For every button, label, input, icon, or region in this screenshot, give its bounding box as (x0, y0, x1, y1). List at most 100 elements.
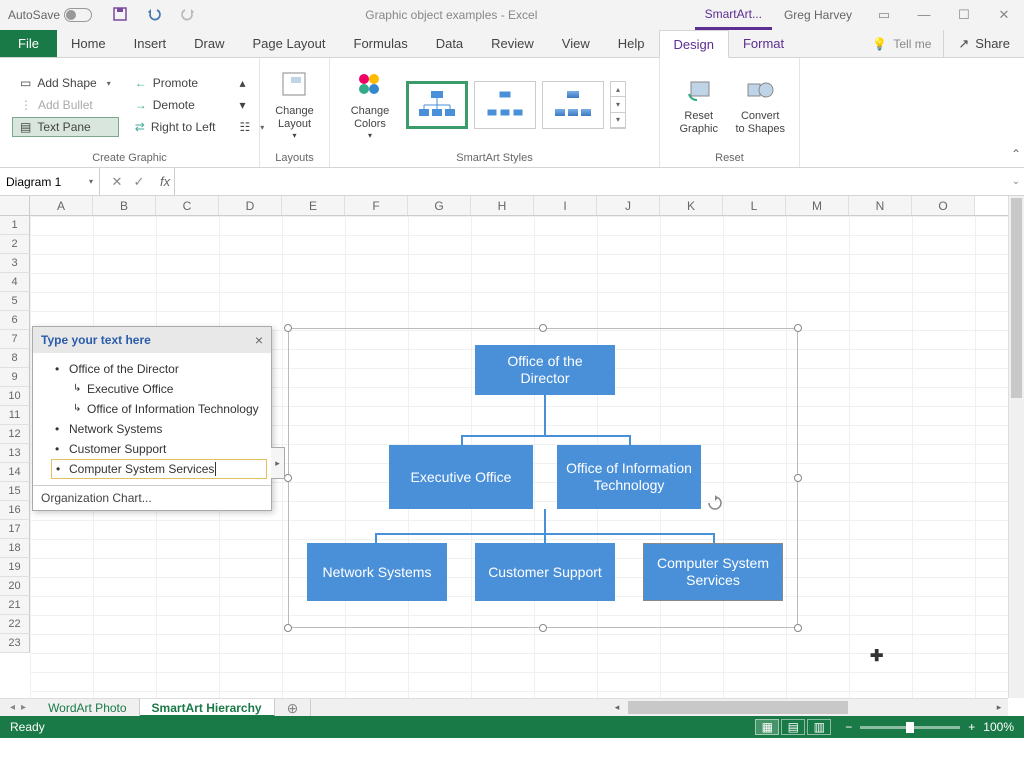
column-header[interactable]: O (912, 196, 975, 215)
close-icon[interactable]: ✕ (984, 7, 1024, 23)
sheet-tab-wordart[interactable]: WordArt Photo (36, 699, 139, 717)
undo-icon[interactable] (146, 6, 162, 25)
row-header[interactable]: 3 (0, 254, 30, 273)
autosave-toggle[interactable]: AutoSave (0, 8, 100, 22)
chevron-down-icon[interactable]: ▾ (107, 79, 111, 88)
column-header[interactable]: G (408, 196, 471, 215)
tab-draw[interactable]: Draw (180, 30, 238, 57)
vertical-scrollbar[interactable] (1008, 196, 1024, 698)
zoom-level[interactable]: 100% (983, 720, 1014, 734)
select-all-button[interactable] (0, 196, 30, 216)
text-pane-button[interactable]: ▤Text Pane (12, 117, 119, 137)
row-header[interactable]: 18 (0, 539, 30, 558)
zoom-in-button[interactable]: + (968, 720, 975, 734)
text-pane-item[interactable]: Computer System Services (51, 459, 267, 479)
column-header[interactable]: C (156, 196, 219, 215)
maximize-icon[interactable]: ☐ (944, 7, 984, 23)
resize-handle[interactable] (794, 324, 802, 332)
tab-data[interactable]: Data (422, 30, 477, 57)
sheet-tab-smartart[interactable]: SmartArt Hierarchy (140, 699, 275, 717)
tab-page-layout[interactable]: Page Layout (239, 30, 340, 57)
row-header[interactable]: 4 (0, 273, 30, 292)
column-header[interactable]: D (219, 196, 282, 215)
ribbon-display-icon[interactable]: ▭ (864, 7, 904, 23)
node-css-selected[interactable]: Computer System Services (643, 543, 783, 601)
save-icon[interactable] (112, 6, 128, 25)
minimize-icon[interactable]: — (904, 7, 944, 23)
resize-handle[interactable] (794, 474, 802, 482)
autosave-switch-off[interactable] (64, 8, 92, 22)
row-header[interactable]: 7 (0, 330, 30, 349)
column-header[interactable]: I (534, 196, 597, 215)
column-header[interactable]: L (723, 196, 786, 215)
row-header[interactable]: 8 (0, 349, 30, 368)
change-layout-button[interactable]: Change Layout▾ (268, 69, 321, 141)
change-colors-button[interactable]: Change Colors▾ (338, 69, 402, 141)
enter-formula-icon[interactable]: ✓ (128, 174, 150, 190)
node-cust[interactable]: Customer Support (475, 543, 615, 601)
tab-design[interactable]: Design (659, 30, 729, 58)
scroll-up-icon[interactable]: ▴ (611, 82, 625, 97)
collapse-ribbon-icon[interactable]: ⌃ (1008, 58, 1024, 167)
redo-icon[interactable] (180, 6, 196, 25)
view-normal-icon[interactable]: ▦ (755, 719, 779, 735)
column-header[interactable]: K (660, 196, 723, 215)
row-header[interactable]: 22 (0, 615, 30, 634)
row-header[interactable]: 5 (0, 292, 30, 311)
fx-icon[interactable]: fx (156, 168, 174, 195)
row-header[interactable]: 21 (0, 596, 30, 615)
node-oit[interactable]: Office of Information Technology (557, 445, 701, 509)
demote-button[interactable]: →Demote (127, 95, 224, 115)
resize-handle[interactable] (284, 624, 292, 632)
horizontal-scrollbar[interactable]: ◂ ▸ (608, 698, 1008, 716)
row-header[interactable]: 15 (0, 482, 30, 501)
styles-scroll[interactable]: ▴▾▾ (610, 81, 626, 129)
zoom-out-button[interactable]: − (845, 720, 852, 734)
sheet-nav-next-icon[interactable]: ▸ (21, 702, 26, 713)
promote-button[interactable]: ←Promote (127, 73, 224, 93)
sheet-nav[interactable]: ◂▸ (0, 702, 36, 713)
column-header[interactable]: A (30, 196, 93, 215)
row-header[interactable]: 10 (0, 387, 30, 406)
scroll-right-icon[interactable]: ▸ (990, 699, 1008, 716)
text-pane-item[interactable]: Executive Office (69, 379, 267, 399)
add-shape-button[interactable]: ▭Add Shape▾ (12, 73, 119, 93)
row-header[interactable]: 23 (0, 634, 30, 653)
cancel-formula-icon[interactable]: ✕ (106, 174, 128, 190)
resize-handle[interactable] (284, 324, 292, 332)
cells-area[interactable]: Office of the Director Executive Office … (30, 216, 1008, 698)
text-pane-item[interactable]: Network Systems (51, 419, 267, 439)
scrollbar-thumb[interactable] (1011, 198, 1022, 398)
view-page-layout-icon[interactable]: ▤ (781, 719, 805, 735)
row-header[interactable]: 2 (0, 235, 30, 254)
row-header[interactable]: 11 (0, 406, 30, 425)
column-header[interactable]: J (597, 196, 660, 215)
text-pane-footer[interactable]: Organization Chart... (33, 485, 271, 510)
resize-handle[interactable] (539, 624, 547, 632)
resize-handle[interactable] (794, 624, 802, 632)
scroll-down-icon[interactable]: ▾ (611, 97, 625, 112)
tab-file[interactable]: File (0, 30, 57, 57)
scrollbar-thumb[interactable] (628, 701, 848, 714)
add-sheet-button[interactable]: ⊕ (275, 699, 312, 717)
column-header[interactable]: F (345, 196, 408, 215)
row-header[interactable]: 1 (0, 216, 30, 235)
share-button[interactable]: ↗Share (943, 30, 1024, 57)
zoom-slider[interactable] (860, 726, 960, 729)
column-header[interactable]: H (471, 196, 534, 215)
style-thumb-2[interactable] (474, 81, 536, 129)
reset-graphic-button[interactable]: Reset Graphic (668, 74, 730, 136)
text-pane-item[interactable]: Office of the Director (51, 359, 267, 379)
smartart-frame[interactable]: Office of the Director Executive Office … (288, 328, 798, 628)
text-pane[interactable]: Type your text here× Office of the Direc… (32, 326, 272, 511)
scroll-left-icon[interactable]: ◂ (608, 699, 626, 716)
expand-formula-bar-icon[interactable]: ⌄ (1008, 168, 1024, 195)
tab-review[interactable]: Review (477, 30, 548, 57)
style-thumb-3[interactable] (542, 81, 604, 129)
name-box[interactable]: Diagram 1▾ (0, 168, 100, 195)
user-name[interactable]: Greg Harvey (772, 8, 864, 22)
row-header[interactable]: 14 (0, 463, 30, 482)
resize-handle[interactable] (284, 474, 292, 482)
scroll-more-icon[interactable]: ▾ (611, 113, 625, 128)
row-header[interactable]: 20 (0, 577, 30, 596)
